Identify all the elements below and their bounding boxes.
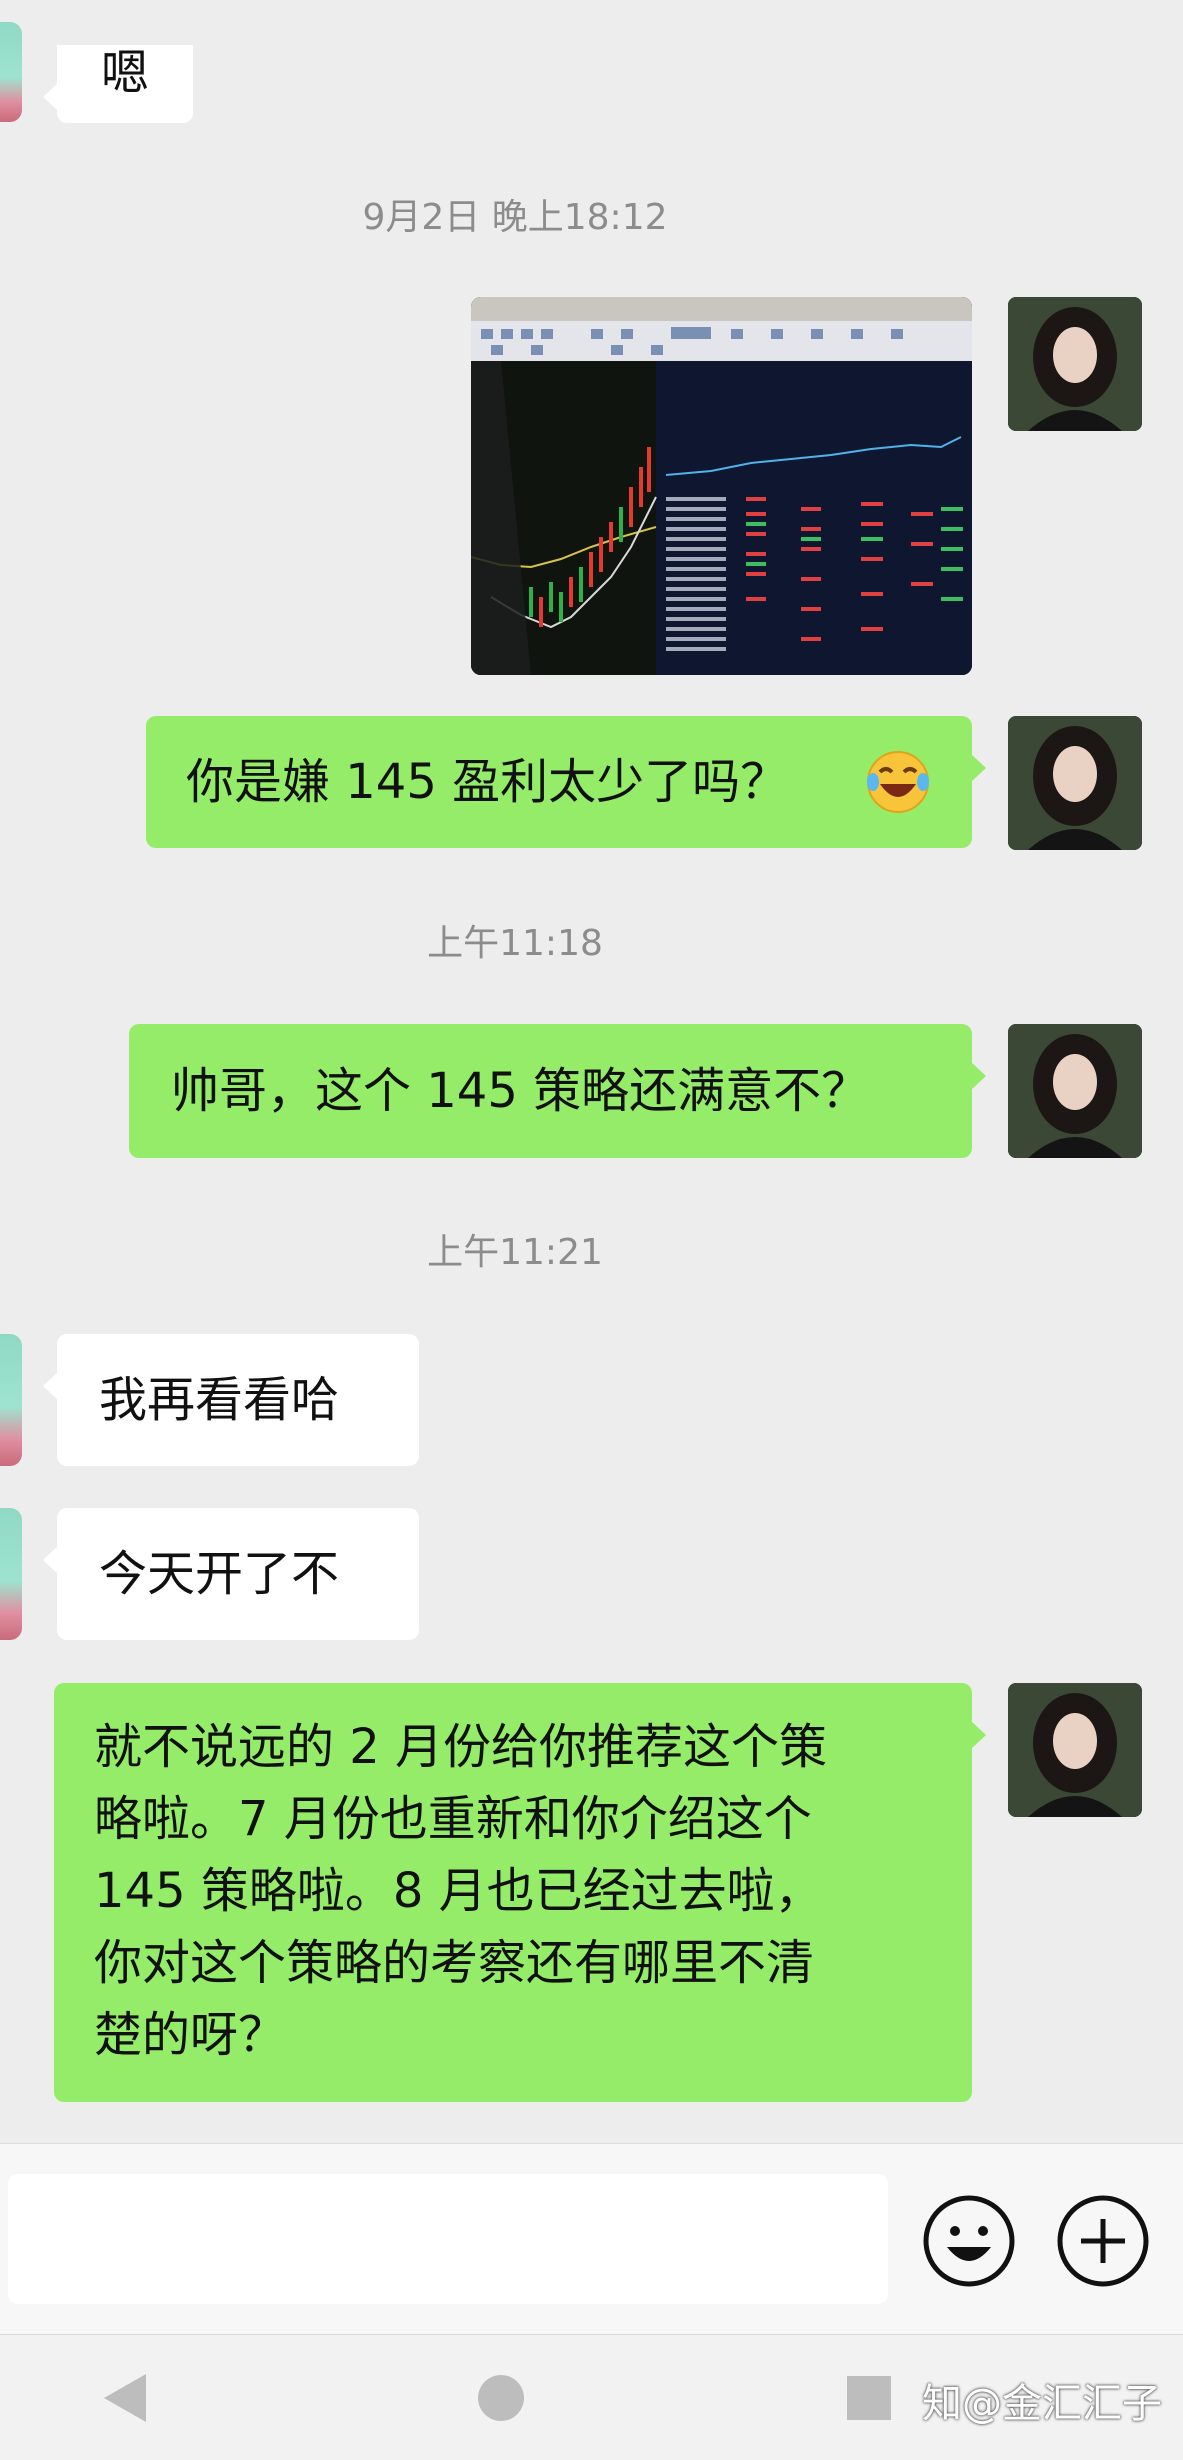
plus-circle-icon — [1057, 2195, 1149, 2287]
message-bubble-outgoing[interactable]: 就不说远的 2 月份给你推荐这个策 略啦。7 月份也重新和你介绍这个 145 策… — [54, 1683, 986, 2102]
recents-square-icon[interactable] — [845, 2374, 893, 2422]
chat-image-trading-screenshot[interactable] — [471, 297, 972, 675]
avatar-portrait-image — [1008, 1024, 1142, 1158]
contact-avatar[interactable] — [0, 1508, 22, 1640]
message-text-line: 略啦。7 月份也重新和你介绍这个 — [94, 1791, 812, 1847]
watermark: 知@金汇汇子 — [922, 2381, 1162, 2427]
avatar-portrait-image — [1008, 716, 1142, 850]
my-avatar[interactable] — [1008, 297, 1142, 431]
timestamp: 上午11:18 — [427, 923, 603, 964]
contact-avatar[interactable] — [0, 22, 22, 122]
my-avatar[interactable] — [1008, 716, 1142, 850]
message-text: 帅哥，这个 145 策略还满意不？ — [171, 1063, 870, 1119]
message-text-line: 楚的呀？ — [94, 2007, 287, 2063]
message-bubble-incoming[interactable]: 我再看看哈 — [43, 1334, 419, 1466]
message-text: 我再看看哈 — [99, 1372, 340, 1428]
back-triangle-icon[interactable] — [100, 2370, 150, 2426]
message-bubble-incoming[interactable]: 今天开了不 — [43, 1508, 419, 1640]
face-with-tears-of-joy-icon — [867, 751, 929, 813]
contact-avatar[interactable] — [0, 1334, 22, 1466]
timestamp: 上午11:21 — [427, 1232, 603, 1273]
message-input-field[interactable] — [8, 2174, 888, 2304]
message-bubble-outgoing[interactable]: 你是嫌 145 盈利太少了吗？ — [146, 716, 986, 848]
my-avatar[interactable] — [1008, 1024, 1142, 1158]
trading-screen-photo — [471, 297, 972, 675]
message-bubble-incoming[interactable]: 嗯 — [43, 45, 193, 123]
message-text: 你是嫌 145 盈利太少了吗？ — [186, 754, 789, 810]
avatar-portrait-image — [1008, 297, 1142, 431]
message-input-bar — [0, 2143, 1183, 2335]
more-button[interactable] — [1055, 2193, 1151, 2289]
system-navigation-bar: 知@金汇汇子 — [0, 2334, 1183, 2460]
emoji-button[interactable] — [921, 2193, 1017, 2289]
home-circle-icon[interactable] — [476, 2373, 526, 2423]
message-bubble-outgoing[interactable]: 帅哥，这个 145 策略还满意不？ — [129, 1024, 986, 1158]
message-text-line: 145 策略啦。8 月也已经过去啦， — [94, 1863, 823, 1919]
message-text: 今天开了不 — [99, 1546, 340, 1602]
avatar-portrait-image — [1008, 1683, 1142, 1817]
message-text: 嗯 — [101, 45, 150, 101]
timestamp: 9月2日 晚上18:12 — [362, 197, 668, 238]
my-avatar[interactable] — [1008, 1683, 1142, 1817]
message-text-line: 你对这个策略的考察还有哪里不清 — [94, 1935, 815, 1991]
smiley-icon — [923, 2195, 1015, 2287]
message-text-line: 就不说远的 2 月份给你推荐这个策 — [94, 1719, 828, 1775]
